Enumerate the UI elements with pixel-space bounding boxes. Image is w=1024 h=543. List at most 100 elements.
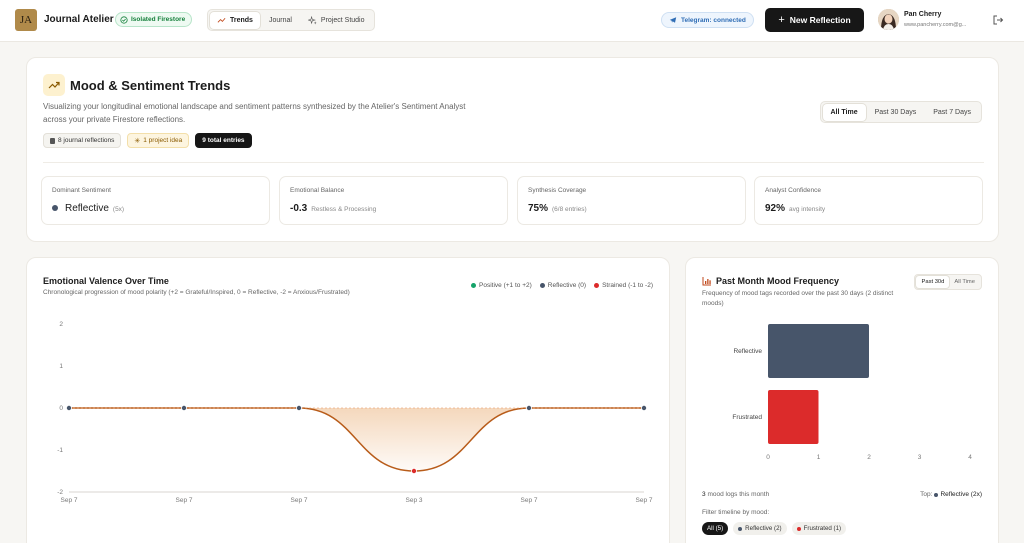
valence-point [641, 404, 648, 411]
y-tick-label: 0 [59, 405, 63, 412]
sparkle-icon: ✳ [134, 137, 141, 145]
valence-point [66, 404, 73, 411]
filter-label: Filter timeline by mood: [702, 509, 770, 516]
trend-badge [43, 74, 65, 96]
x-tick-label: Sep 7 [61, 497, 78, 504]
stat-value: 75% [528, 203, 549, 214]
stat-value: -0.3 [290, 203, 308, 214]
filter-reflective[interactable]: Reflective (2) [733, 522, 787, 535]
x-tick-label: Sep 3 [406, 497, 423, 504]
telegram-icon [669, 17, 677, 23]
y-tick-label: 1 [59, 363, 63, 370]
total-count-chip: 9 total entries [195, 133, 252, 148]
valence-chart: 210-1-2Sep 7 Sep 7 Sep 7 Sep 3 Sep 7 Sep 7 [57, 321, 653, 504]
project-count-chip: ✳ 1 project idea [127, 133, 190, 148]
trending-up-icon [217, 17, 226, 23]
x-tick-label: 2 [867, 454, 871, 461]
user-email: www.pancherry.com@g... [904, 22, 967, 28]
chip-label: 8 journal reflections [58, 137, 115, 144]
nav-tab-label: Project Studio [320, 16, 365, 24]
chip-label: 9 total entries [202, 137, 245, 144]
stat-analyst-confidence: Analyst Confidence 92% avg intensity [754, 176, 983, 225]
app-name: Journal Atelier [44, 14, 114, 25]
valence-chart-card: Emotional Valence Over Time Chronologica… [26, 257, 670, 543]
trends-summary-card: Mood & Sentiment Trends Visualizing your… [26, 57, 999, 242]
telegram-status-badge[interactable]: Telegram: connected [661, 12, 754, 28]
logout-icon[interactable] [992, 14, 1004, 26]
filter-dot [796, 526, 801, 531]
notebook-icon [50, 137, 55, 144]
stat-value-row: 92% avg intensity [765, 203, 825, 214]
user-avatar[interactable] [878, 9, 899, 30]
chip-label: 1 project idea [143, 137, 183, 144]
stat-sub: (5x) [112, 206, 125, 213]
mood-log-number: 3 [702, 491, 706, 498]
top-mood-dot [934, 492, 939, 497]
stat-label: Dominant Sentiment [52, 187, 111, 194]
stat-label: Analyst Confidence [765, 187, 822, 194]
range-all-time[interactable]: All Time [822, 103, 866, 121]
category-label: Reflective [733, 348, 762, 355]
valence-point [180, 404, 187, 411]
range-past-30-days[interactable]: Past 30 Days [867, 104, 925, 121]
nav-tab-trends[interactable]: Trends [210, 11, 260, 29]
nav-tab-journal[interactable]: Journal [262, 12, 299, 29]
filter-dot [738, 526, 743, 531]
plus-icon: + [778, 14, 785, 26]
stat-synthesis-coverage: Synthesis Coverage 75% (6/8 entries) [517, 176, 746, 225]
filter-label-text: Frustrated (1) [803, 525, 842, 532]
stat-value: Reflective [65, 203, 109, 214]
y-tick-label: -1 [57, 447, 63, 454]
stat-value: 92% [765, 203, 786, 214]
nav-tab-project-studio[interactable]: Project Studio [301, 12, 372, 29]
top-bar: JA Journal Atelier Isolated Firestore Tr… [0, 0, 1024, 42]
stat-sub: (6/8 entries) [552, 206, 587, 213]
time-range-tabs: All Time Past 30 Days Past 7 Days [819, 101, 982, 123]
shield-check-icon [120, 15, 128, 24]
x-tick-label: 1 [817, 454, 821, 461]
stat-label: Synthesis Coverage [528, 187, 587, 194]
stat-value-row: 75% (6/8 entries) [528, 203, 587, 214]
range-past-7-days[interactable]: Past 7 Days [925, 104, 979, 121]
new-reflection-label: New Reflection [789, 15, 851, 25]
category-label: Frustrated [732, 414, 762, 421]
filter-label-text: Reflective (2) [745, 525, 782, 532]
bar-reflective [768, 324, 869, 378]
y-tick-label: -2 [57, 489, 63, 496]
mood-filters: All (5) Reflective (2) Frustrated (1) [702, 522, 847, 535]
bar-frustrated [768, 390, 819, 444]
firestore-badge-label: Isolated Firestore [131, 16, 186, 23]
filter-all[interactable]: All (5) [702, 522, 729, 535]
x-tick-label: 4 [968, 454, 972, 461]
valence-point [295, 404, 302, 411]
stat-sub: Restless & Processing [311, 206, 377, 213]
x-tick-label: 0 [766, 454, 770, 461]
main-nav: Trends Journal Project Studio [207, 9, 375, 31]
filter-label-text: All (5) [707, 525, 724, 532]
nav-tab-label: Journal [268, 16, 292, 24]
journal-count-chip: 8 journal reflections [43, 133, 122, 148]
stat-sub: avg intensity [789, 206, 826, 213]
mood-log-count: 3 mood logs this month [702, 491, 769, 498]
app-logo[interactable]: JA [15, 9, 37, 31]
trending-up-icon [48, 81, 60, 89]
entry-count-chips: 8 journal reflections ✳ 1 project idea 9… [43, 133, 252, 148]
filter-frustrated[interactable]: Frustrated (1) [791, 522, 847, 535]
frequency-chart: Reflective Frustrated 0 1 2 3 4 [732, 324, 972, 461]
x-tick-label: 3 [918, 454, 922, 461]
firestore-badge: Isolated Firestore [115, 12, 193, 27]
x-tick-label: Sep 7 [521, 497, 538, 504]
page-description: Visualizing your longitudinal emotional … [43, 102, 466, 124]
telegram-status-label: Telegram: connected [681, 16, 746, 24]
sparkles-icon [307, 15, 317, 24]
x-tick-label: Sep 7 [636, 497, 653, 504]
divider [43, 162, 984, 163]
new-reflection-button[interactable]: + New Reflection [765, 8, 864, 32]
user-name: Pan Cherry [904, 11, 942, 18]
stat-value-row: -0.3 Restless & Processing [290, 203, 376, 214]
stat-dominant-sentiment: Dominant Sentiment Reflective (5x) [41, 176, 270, 225]
mood-frequency-card: Past Month Mood Frequency Frequency of m… [685, 257, 999, 543]
y-tick-label: 2 [59, 321, 63, 328]
avatar-image [878, 9, 899, 30]
top-mood-value: Reflective (2x) [940, 491, 982, 498]
